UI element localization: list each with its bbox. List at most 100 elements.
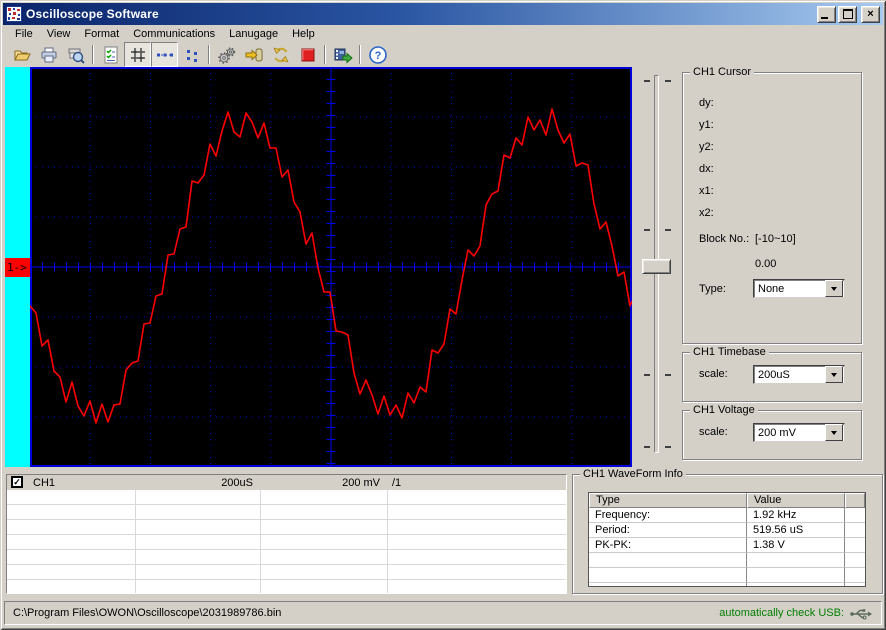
timebase-scale-select[interactable]: 200uS xyxy=(753,365,845,384)
ch1-voltage-value: 200 mV xyxy=(261,477,388,489)
close-button[interactable]: × xyxy=(861,6,880,23)
cursor-dx-label: dx: xyxy=(699,163,714,175)
table-row xyxy=(589,553,865,568)
film-export-icon xyxy=(333,45,353,65)
chevron-down-icon xyxy=(831,431,837,435)
maximize-button[interactable] xyxy=(838,6,857,23)
cursor-type-select[interactable]: None xyxy=(753,279,845,298)
table-row xyxy=(7,490,566,505)
table-row xyxy=(589,583,865,587)
menu-help[interactable]: Help xyxy=(285,27,322,41)
settings-button[interactable] xyxy=(213,42,240,67)
slider-tick xyxy=(665,80,671,82)
help-icon: ? xyxy=(368,45,388,65)
usb-icon xyxy=(849,607,873,620)
dropdown-button[interactable] xyxy=(825,280,843,297)
checklist-icon xyxy=(101,45,121,65)
type-column-header: Type xyxy=(589,493,747,508)
print-button[interactable] xyxy=(35,42,62,67)
dropdown-button[interactable] xyxy=(825,424,843,441)
ch1-cursor-title: CH1 Cursor xyxy=(690,66,754,78)
ch1-probe-value: /1 xyxy=(388,477,566,489)
svg-text:?: ? xyxy=(374,50,381,62)
channel1-position-marker[interactable]: 1-> xyxy=(5,258,30,277)
dots-mode-button[interactable] xyxy=(178,42,205,67)
channel-table-body xyxy=(7,490,566,594)
file-path-text: C:\Program Files\OWON\Oscilloscope\20319… xyxy=(13,607,281,619)
minimize-button[interactable] xyxy=(817,6,836,23)
slider-tick xyxy=(644,446,650,448)
export-video-button[interactable] xyxy=(329,42,356,67)
open-file-button[interactable] xyxy=(8,42,35,67)
channel-list-button[interactable] xyxy=(97,42,124,67)
menu-language[interactable]: Lanugage xyxy=(222,27,285,41)
window-title: Oscilloscope Software xyxy=(26,7,815,21)
connect-device-button[interactable] xyxy=(240,42,267,67)
table-row xyxy=(7,535,566,550)
cursor-dy-label: dy: xyxy=(699,97,714,109)
ch1-timebase-panel: CH1 Timebase scale: 200uS xyxy=(682,352,862,402)
table-row xyxy=(7,565,566,580)
ch1-timebase-title: CH1 Timebase xyxy=(690,346,769,358)
help-button[interactable]: ? xyxy=(364,42,391,67)
usb-status-area: automatically check USB: xyxy=(719,607,873,620)
dropdown-button[interactable] xyxy=(825,366,843,383)
waveform-info-header: Type Value xyxy=(589,493,865,508)
usb-status-text: automatically check USB: xyxy=(719,607,844,619)
dot-line-mode-button[interactable] xyxy=(151,42,178,67)
print-preview-button[interactable] xyxy=(62,42,89,67)
stop-icon xyxy=(298,45,318,65)
channel-row-ch1[interactable]: ✓ CH1 200uS 200 mV /1 xyxy=(7,475,566,490)
period-row: Period: 519.56 uS xyxy=(589,523,865,538)
slider-tick xyxy=(644,229,650,231)
period-value: 519.56 uS xyxy=(747,523,845,538)
frequency-label: Frequency: xyxy=(589,508,747,523)
menu-file[interactable]: File xyxy=(8,27,40,41)
print-preview-icon xyxy=(66,45,86,65)
cursor-x2-label: x2: xyxy=(699,207,714,219)
value-column-header: Value xyxy=(747,493,845,508)
waveform-info-table: Type Value Frequency: 1.92 kHz Period: 5… xyxy=(588,492,866,587)
channel-table: ✓ CH1 200uS 200 mV /1 xyxy=(6,474,567,594)
slider-tick xyxy=(665,446,671,448)
table-row xyxy=(7,580,566,594)
toolbar: ? xyxy=(3,42,883,67)
dot-line-icon xyxy=(155,45,175,65)
slider-tick xyxy=(665,229,671,231)
dots-icon xyxy=(182,45,202,65)
application-window: Oscilloscope Software × File View Format… xyxy=(0,0,886,630)
refresh-icon xyxy=(271,45,291,65)
toolbar-separator xyxy=(92,45,94,64)
printer-icon xyxy=(39,45,59,65)
frequency-row: Frequency: 1.92 kHz xyxy=(589,508,865,523)
ch1-cursor-panel: CH1 Cursor dy: y1: y2: dx: x1: x2: Block… xyxy=(682,72,862,344)
ch1-name: CH1 xyxy=(7,477,136,489)
menu-format[interactable]: Format xyxy=(77,27,126,41)
vertical-position-slider xyxy=(638,70,674,458)
toolbar-separator xyxy=(208,45,210,64)
ch1-checkbox[interactable]: ✓ xyxy=(11,476,23,488)
menu-bar: File View Format Communications Lanugage… xyxy=(3,25,883,42)
gears-icon xyxy=(217,45,237,65)
chevron-down-icon xyxy=(831,373,837,377)
menu-communications[interactable]: Communications xyxy=(126,27,222,41)
ch1-voltage-panel: CH1 Voltage scale: 200 mV xyxy=(682,410,862,460)
timebase-scale-label: scale: xyxy=(699,368,728,380)
menu-view[interactable]: View xyxy=(40,27,78,41)
pkpk-label: PK-PK: xyxy=(589,538,747,553)
open-folder-icon xyxy=(12,45,32,65)
waveform-info-title: CH1 WaveForm Info xyxy=(580,468,686,480)
grid-toggle-button[interactable] xyxy=(124,42,151,67)
period-label: Period: xyxy=(589,523,747,538)
grid-icon xyxy=(128,45,148,65)
maximize-icon xyxy=(843,9,853,19)
voltage-scale-select[interactable]: 200 mV xyxy=(753,423,845,442)
slider-handle[interactable] xyxy=(642,259,671,274)
oscilloscope-display xyxy=(30,67,632,467)
table-row xyxy=(7,520,566,535)
refresh-button[interactable] xyxy=(267,42,294,67)
cursor-type-label: Type: xyxy=(699,283,726,295)
minimize-icon xyxy=(821,17,828,19)
cursor-y2-label: y2: xyxy=(699,141,714,153)
stop-button[interactable] xyxy=(294,42,321,67)
